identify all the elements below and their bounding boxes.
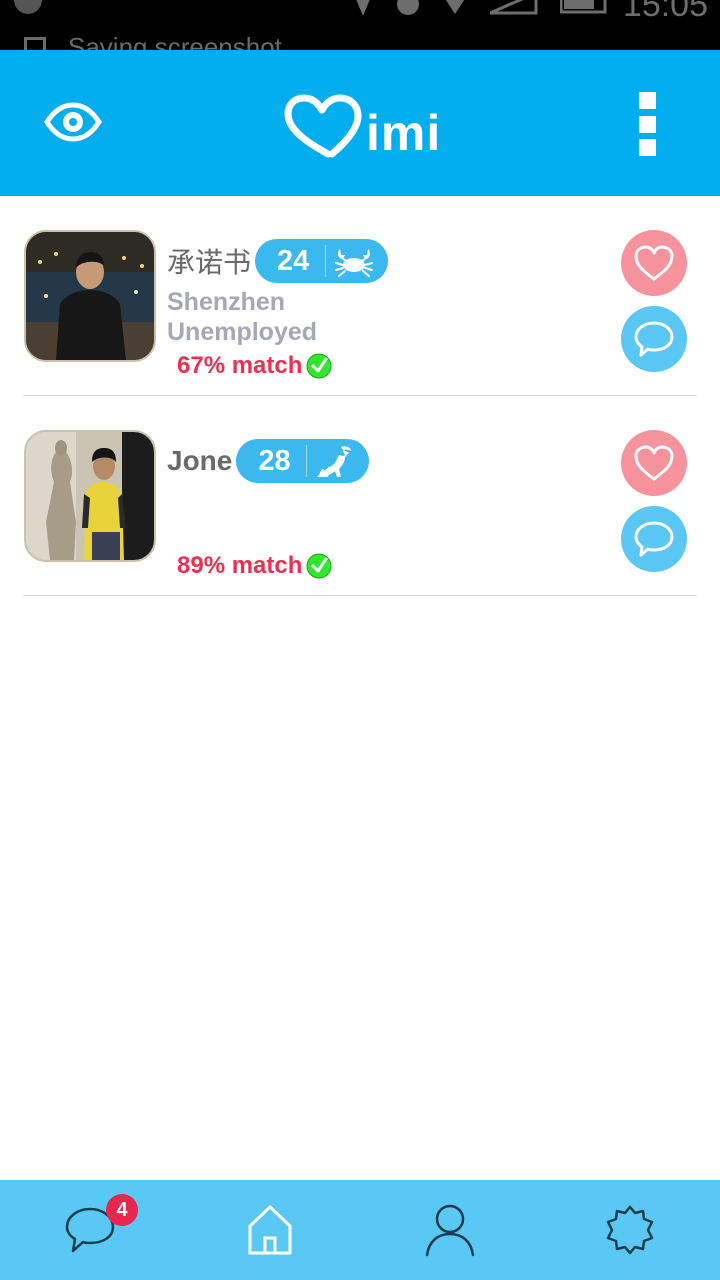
- nav-messages[interactable]: 4: [0, 1180, 180, 1280]
- bluetooth-icon: [397, 0, 419, 15]
- clock: 15:05: [622, 0, 708, 24]
- goat-icon: [317, 446, 352, 478]
- user-city: Shenzhen: [167, 288, 286, 316]
- home-icon: [248, 1205, 292, 1255]
- notification-text: Saving screenshot: [68, 32, 282, 50]
- screenshot-notification: Saving screenshot: [24, 32, 282, 50]
- age-badge: 24: [255, 239, 389, 283]
- avatar[interactable]: [24, 230, 156, 362]
- user-name: Jone: [167, 445, 233, 476]
- bottom-nav: 4: [0, 1180, 720, 1280]
- user-occupation: Unemployed: [167, 318, 318, 346]
- message-button[interactable]: [621, 506, 687, 572]
- chat-bubble-icon: [634, 521, 674, 557]
- battery-icon: [560, 0, 607, 14]
- overflow-menu-icon: [638, 92, 656, 109]
- age-badge: 28: [236, 439, 370, 483]
- app-logo: imi: [284, 90, 444, 160]
- heart-icon: [634, 245, 674, 281]
- screenshot-icon: [24, 36, 46, 50]
- settings-icon: [606, 1205, 654, 1255]
- match-percentage: 67% match: [177, 352, 332, 380]
- like-button[interactable]: [621, 230, 687, 296]
- list-item[interactable]: 承诺书 24 Shenzhen Unemployed 67% match: [23, 196, 697, 396]
- crab-icon: [335, 249, 374, 277]
- wifi-icon: [445, 0, 465, 14]
- visitors-button[interactable]: [44, 102, 102, 142]
- like-button[interactable]: [621, 430, 687, 496]
- user-age: 28: [258, 444, 291, 477]
- avatar-photo: [26, 232, 154, 360]
- overflow-menu-button[interactable]: [630, 92, 664, 156]
- app-bar: imi: [0, 50, 720, 196]
- match-list: 承诺书 24 Shenzhen Unemployed 67% match Jon…: [0, 196, 720, 596]
- nav-profile[interactable]: [360, 1180, 540, 1280]
- notification-icon: [14, 0, 42, 14]
- unread-badge: 4: [106, 1194, 138, 1226]
- logo-text: imi: [366, 105, 442, 161]
- message-button[interactable]: [621, 306, 687, 372]
- user-name: 承诺书: [167, 246, 252, 279]
- heart-icon: [634, 445, 674, 481]
- profile-icon: [425, 1204, 475, 1257]
- avatar-photo: [26, 432, 154, 560]
- location-icon: [356, 0, 370, 16]
- nav-home[interactable]: [180, 1180, 360, 1280]
- verified-check-icon: [306, 553, 332, 579]
- verified-check-icon: [306, 353, 332, 379]
- avatar[interactable]: [24, 430, 156, 562]
- match-percentage: 89% match: [177, 552, 332, 580]
- user-age: 24: [277, 244, 310, 277]
- logo-heart-icon: [284, 94, 362, 158]
- chat-bubble-icon: [634, 321, 674, 357]
- eye-icon: [44, 102, 102, 142]
- nav-settings[interactable]: [540, 1180, 720, 1280]
- status-bar: Saving screenshot 15:05: [0, 0, 720, 50]
- list-item[interactable]: Jone 28 89% match: [23, 396, 697, 596]
- signal-icon: [490, 0, 538, 15]
